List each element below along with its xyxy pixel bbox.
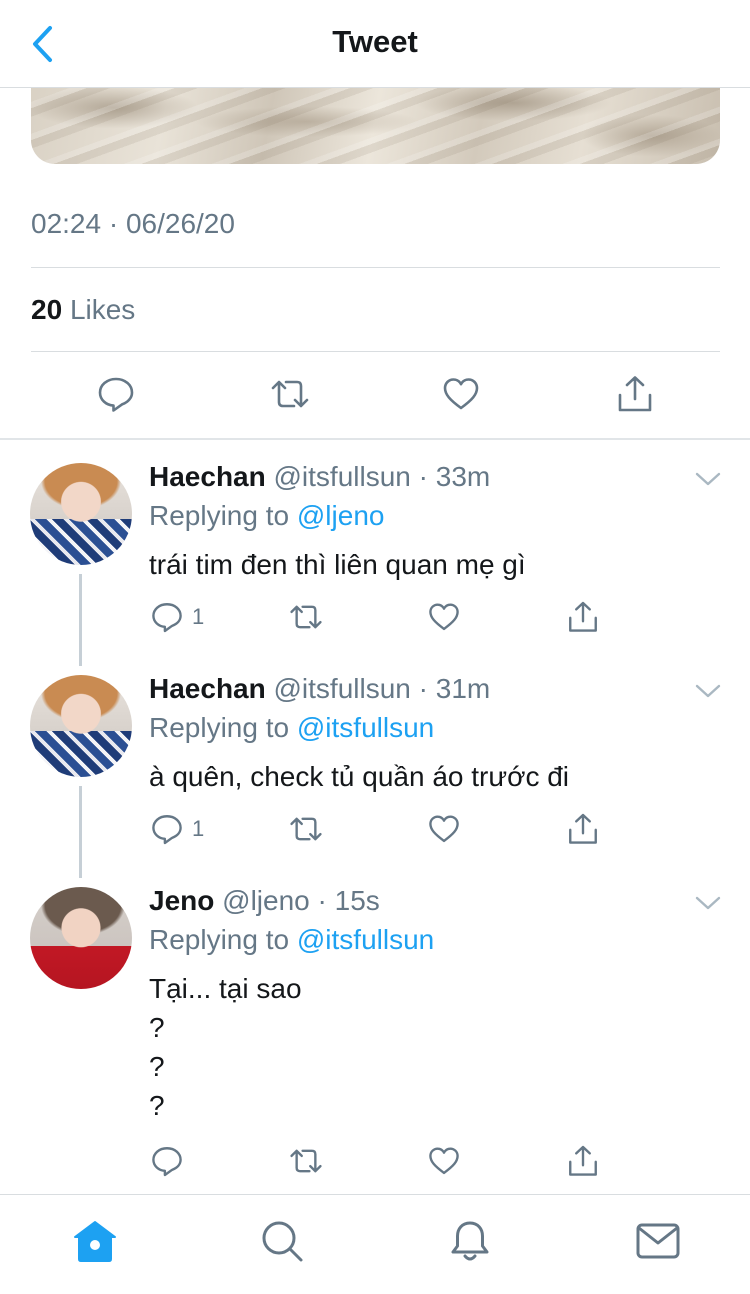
page-title: Tweet <box>332 24 418 59</box>
top-nav-bar: Tweet <box>0 0 750 88</box>
tab-messages[interactable] <box>634 1217 682 1265</box>
divider <box>31 267 720 268</box>
share-icon <box>569 1145 597 1176</box>
share-button[interactable] <box>611 370 659 418</box>
like-button[interactable] <box>427 597 461 637</box>
reply-count: 1 <box>192 604 205 629</box>
home-icon <box>74 1221 116 1262</box>
replying-prefix: Replying to <box>149 712 290 743</box>
retweet-icon <box>290 1149 322 1173</box>
like-button[interactable] <box>427 1141 461 1181</box>
share-icon <box>569 813 597 844</box>
tab-search[interactable] <box>258 1217 306 1265</box>
tab-home[interactable] <box>71 1217 119 1265</box>
mention-link[interactable]: @ljeno <box>297 500 385 531</box>
reply-button[interactable]: 1 <box>150 809 204 849</box>
reply-text: Tại... tại sao ? ? ? <box>149 969 302 1125</box>
reply-header: Haechan @itsfullsun · 33m <box>149 461 490 493</box>
text-line: ? <box>149 1012 165 1043</box>
retweet-button[interactable] <box>287 809 325 849</box>
speech-bubble-icon <box>152 1147 182 1177</box>
user-handle[interactable]: @itsfullsun <box>274 461 411 492</box>
divider <box>31 351 720 352</box>
reply-button[interactable] <box>150 1141 192 1181</box>
retweet-icon <box>290 605 322 629</box>
heart-icon <box>443 378 479 410</box>
heart-icon <box>429 603 459 631</box>
reply-time: · 33m <box>418 461 491 492</box>
display-name[interactable]: Haechan <box>149 673 266 704</box>
reply-time: · 31m <box>418 673 491 704</box>
like-button[interactable] <box>437 370 485 418</box>
reply-button[interactable] <box>92 370 140 418</box>
replying-to: Replying to @itsfullsun <box>149 712 434 744</box>
mention-link[interactable]: @itsfullsun <box>297 712 434 743</box>
reply-action-bar: 1 <box>0 809 750 849</box>
tab-notifications[interactable] <box>446 1217 494 1265</box>
retweet-button[interactable] <box>287 597 325 637</box>
share-button[interactable] <box>566 1141 600 1181</box>
reply-time: · 15s <box>317 885 380 916</box>
speech-bubble-icon <box>152 603 182 633</box>
text-line: trái tim đen thì liên quan mẹ gì <box>149 549 526 580</box>
heart-icon <box>429 815 459 843</box>
text-line: ? <box>149 1051 165 1082</box>
likes-count-link[interactable]: 20 Likes <box>31 294 135 326</box>
tweet-timestamp: 02:24 · 06/26/20 <box>31 208 235 239</box>
reply-header: Haechan @itsfullsun · 31m <box>149 673 490 705</box>
search-icon <box>262 1221 303 1262</box>
avatar[interactable] <box>30 887 132 989</box>
text-line: ? <box>149 1090 165 1121</box>
likes-label: Likes <box>69 294 136 325</box>
speech-bubble-icon <box>98 377 134 412</box>
reply-header: Jeno @ljeno · 15s <box>149 885 380 917</box>
replying-prefix: Replying to <box>149 500 290 531</box>
share-button[interactable] <box>566 809 600 849</box>
avatar[interactable] <box>30 675 132 777</box>
text-line: à quên, check tủ quần áo trước đi <box>149 761 570 792</box>
user-handle[interactable]: @ljeno <box>222 885 310 916</box>
share-icon <box>569 601 597 632</box>
chevron-down-icon[interactable] <box>694 893 722 913</box>
reply-action-bar <box>0 1141 750 1181</box>
reply-button[interactable]: 1 <box>150 597 204 637</box>
replying-to: Replying to @itsfullsun <box>149 924 434 956</box>
display-name[interactable]: Jeno <box>149 885 214 916</box>
chevron-down-icon[interactable] <box>694 681 722 701</box>
tweet-action-bar <box>0 370 750 422</box>
text-line: Tại... tại sao <box>149 973 302 1004</box>
reply-action-bar: 1 <box>0 597 750 637</box>
retweet-button[interactable] <box>287 1141 325 1181</box>
user-handle[interactable]: @itsfullsun <box>274 673 411 704</box>
section-divider <box>0 438 750 440</box>
share-button[interactable] <box>566 597 600 637</box>
bottom-tab-bar <box>0 1194 750 1294</box>
replying-to: Replying to @ljeno <box>149 500 384 532</box>
speech-bubble-icon <box>152 815 182 845</box>
share-icon <box>618 376 652 412</box>
mention-link[interactable]: @itsfullsun <box>297 924 434 955</box>
chevron-down-icon[interactable] <box>694 469 722 489</box>
likes-number: 20 <box>31 294 63 325</box>
reply-count: 1 <box>192 816 205 841</box>
retweet-button[interactable] <box>266 370 314 418</box>
bell-icon <box>451 1221 489 1261</box>
display-name[interactable]: Haechan <box>149 461 266 492</box>
heart-icon <box>429 1147 459 1175</box>
avatar[interactable] <box>30 463 132 565</box>
retweet-icon <box>271 380 309 408</box>
reply-text: trái tim đen thì liên quan mẹ gì <box>149 545 526 584</box>
mail-icon <box>636 1223 680 1259</box>
like-button[interactable] <box>427 809 461 849</box>
retweet-icon <box>290 817 322 841</box>
reply-text: à quên, check tủ quần áo trước đi <box>149 757 569 796</box>
replying-prefix: Replying to <box>149 924 290 955</box>
